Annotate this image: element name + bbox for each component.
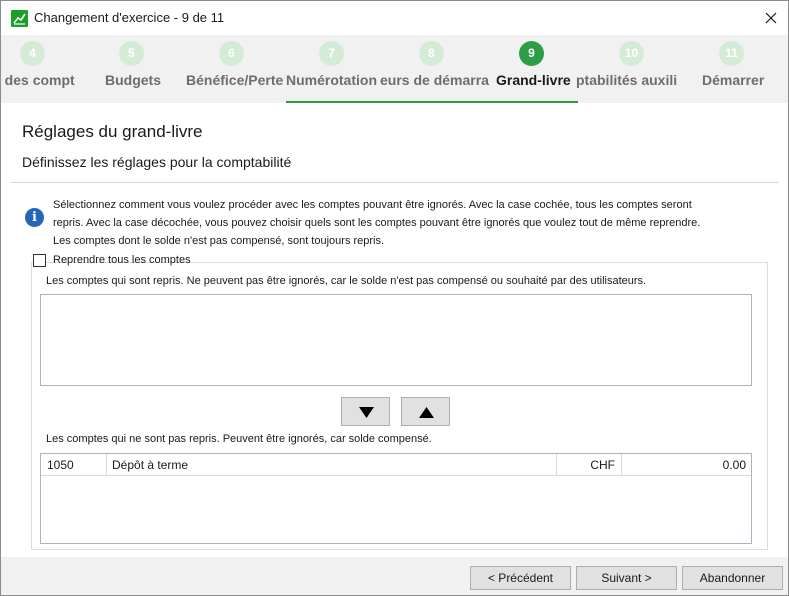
wizard-window: Changement d'exercice - 9 de 11 4 s des … bbox=[0, 0, 789, 596]
step-number: 5 bbox=[119, 41, 144, 66]
triangle-up-icon bbox=[419, 407, 434, 418]
step-number: 7 bbox=[319, 41, 344, 66]
table-row[interactable]: 1050 Dépôt à terme CHF 0.00 bbox=[41, 454, 751, 476]
step-label: Démarrer bbox=[702, 72, 765, 88]
info-line: Sélectionnez comment vous voulez procéde… bbox=[53, 199, 692, 211]
step-number: 8 bbox=[419, 41, 444, 66]
take-all-accounts-checkbox[interactable] bbox=[33, 254, 46, 267]
ignored-accounts-caption: Les comptes qui ne sont pas repris. Peuv… bbox=[46, 433, 432, 445]
step-label: eurs de démarra bbox=[380, 72, 489, 88]
account-balance: 0.00 bbox=[722, 458, 746, 472]
step-number: 4 bbox=[20, 41, 45, 66]
take-all-accounts-option[interactable]: Reprendre tous les comptes bbox=[33, 253, 191, 269]
previous-button[interactable]: < Précédent bbox=[470, 566, 571, 590]
step-label: s des compt bbox=[1, 72, 75, 88]
move-down-button[interactable] bbox=[341, 397, 390, 426]
chart-trend-icon bbox=[11, 10, 28, 27]
next-button[interactable]: Suivant > bbox=[576, 566, 677, 590]
step-label: Grand-livre bbox=[496, 72, 571, 88]
step-label: Bénéfice/Perte bbox=[186, 72, 284, 88]
move-up-button[interactable] bbox=[401, 397, 450, 426]
account-description: Dépôt à terme bbox=[107, 454, 557, 476]
divider bbox=[11, 182, 779, 183]
info-line: Les comptes dont le solde n'est pas comp… bbox=[53, 235, 385, 247]
account-number: 1050 bbox=[41, 454, 107, 476]
cancel-button[interactable]: Abandonner bbox=[682, 566, 783, 590]
step-label: Budgets bbox=[105, 72, 161, 88]
ignored-accounts-list[interactable]: 1050 Dépôt à terme CHF 0.00 bbox=[40, 453, 752, 544]
page-subtitle: Définissez les réglages pour la comptabi… bbox=[22, 154, 292, 170]
step-number: 10 bbox=[619, 41, 644, 66]
taken-accounts-list[interactable] bbox=[40, 294, 752, 386]
active-step-indicator bbox=[286, 101, 578, 103]
page-title: Réglages du grand-livre bbox=[22, 122, 203, 141]
info-line: repris. Avec la case décochée, vous pouv… bbox=[53, 217, 701, 229]
taken-accounts-caption: Les comptes qui sont repris. Ne peuvent … bbox=[46, 275, 647, 287]
step-number: 9 bbox=[519, 41, 544, 66]
account-currency: CHF bbox=[557, 454, 622, 476]
take-all-accounts-label[interactable]: Reprendre tous les comptes bbox=[53, 254, 191, 266]
wizard-steps: 4 s des compt 5 Budgets 6 Bénéfice/Perte… bbox=[1, 35, 788, 103]
step-number: 11 bbox=[719, 41, 744, 66]
step-label: ptabilités auxili bbox=[576, 72, 678, 88]
triangle-down-icon bbox=[359, 407, 374, 418]
step-number: 6 bbox=[219, 41, 244, 66]
window-title: Changement d'exercice - 9 de 11 bbox=[34, 10, 225, 25]
info-message: Sélectionnez comment vous voulez procéde… bbox=[53, 196, 773, 250]
title-bar: Changement d'exercice - 9 de 11 bbox=[1, 1, 788, 35]
info-icon: i bbox=[25, 208, 44, 227]
close-icon bbox=[765, 12, 777, 24]
close-button[interactable] bbox=[753, 5, 789, 31]
step-label: Numérotation bbox=[286, 72, 377, 88]
